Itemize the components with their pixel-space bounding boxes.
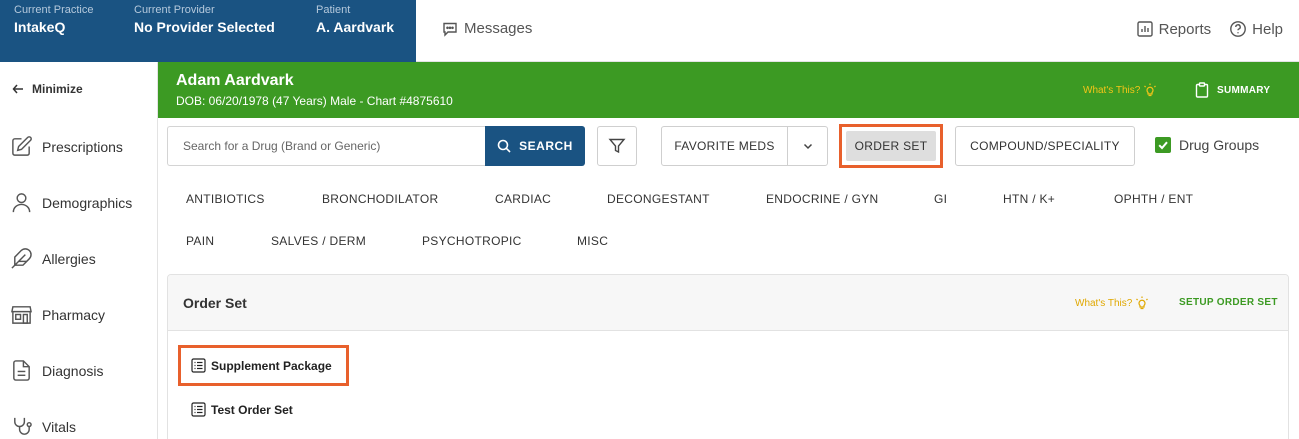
sidebar-item-vitals[interactable]: Vitals bbox=[10, 415, 76, 438]
current-patient[interactable]: Patient A. Aardvark bbox=[316, 4, 394, 35]
current-practice-value: IntakeQ bbox=[14, 19, 66, 35]
list-icon bbox=[191, 402, 206, 417]
summary-label: SUMMARY bbox=[1217, 84, 1271, 96]
context-panel: Current Practice IntakeQ Current Provide… bbox=[0, 0, 416, 62]
patient-name: Adam Aardvark bbox=[176, 72, 294, 89]
top-bar: Current Practice IntakeQ Current Provide… bbox=[0, 0, 1299, 62]
sidebar-item-label: Allergies bbox=[42, 250, 96, 267]
favorite-meds-dropdown[interactable]: FAVORITE MEDS bbox=[661, 126, 828, 166]
category-endocrine-gyn[interactable]: ENDOCRINE / GYN bbox=[766, 192, 879, 206]
category-decongestant[interactable]: DECONGESTANT bbox=[607, 192, 710, 206]
sidebar-item-label: Pharmacy bbox=[42, 306, 106, 323]
vitals-icon bbox=[14, 417, 32, 435]
category-ophth-ent[interactable]: OPHTH / ENT bbox=[1114, 192, 1193, 206]
messages-label: Messages bbox=[464, 20, 533, 37]
list-icon bbox=[191, 358, 206, 373]
search-button[interactable]: SEARCH bbox=[485, 126, 585, 166]
sidebar-item-label: Prescriptions bbox=[42, 138, 123, 155]
filter-icon bbox=[608, 138, 626, 154]
edit-icon bbox=[12, 136, 32, 156]
order-set-item-label: Test Order Set bbox=[211, 402, 293, 417]
lightbulb-icon bbox=[1136, 296, 1149, 310]
whats-this-label: What's This? bbox=[1083, 84, 1141, 96]
patient-header: Adam Aardvark DOB: 06/20/1978 (47 Years)… bbox=[158, 62, 1299, 118]
checkmark-icon bbox=[1158, 141, 1168, 150]
sidebar: Minimize Prescriptions Demographics Alle… bbox=[0, 62, 158, 439]
sidebar-item-label: Demographics bbox=[42, 194, 133, 211]
arrow-left-icon bbox=[12, 84, 23, 94]
reports-link[interactable]: Reports bbox=[1136, 20, 1212, 38]
drug-groups-label: Drug Groups bbox=[1179, 137, 1260, 153]
category-gi[interactable]: GI bbox=[934, 192, 947, 206]
chevron-down-icon bbox=[803, 143, 812, 150]
current-provider[interactable]: Current Provider No Provider Selected bbox=[134, 4, 275, 35]
category-bronchodilator[interactable]: BRONCHODILATOR bbox=[322, 192, 438, 206]
sidebar-item-prescriptions[interactable]: Prescriptions bbox=[10, 135, 123, 158]
drug-groups-toggle[interactable]: Drug Groups bbox=[1155, 137, 1259, 153]
sidebar-item-demographics[interactable]: Demographics bbox=[10, 191, 132, 214]
bar-chart-icon bbox=[1136, 21, 1153, 37]
compound-speciality-button[interactable]: COMPOUND/SPECIALITY bbox=[955, 126, 1135, 166]
drug-groups-checkbox[interactable] bbox=[1155, 137, 1171, 153]
sidebar-item-allergies[interactable]: Allergies bbox=[10, 247, 96, 270]
chat-icon bbox=[443, 22, 457, 37]
search-icon bbox=[497, 139, 511, 153]
filter-button[interactable] bbox=[597, 126, 637, 166]
minimize-button[interactable]: Minimize bbox=[12, 82, 83, 96]
drug-search-input[interactable] bbox=[167, 126, 486, 166]
current-practice-label: Current Practice bbox=[14, 4, 94, 16]
document-icon bbox=[13, 360, 30, 381]
current-practice[interactable]: Current Practice IntakeQ bbox=[14, 4, 93, 35]
favorite-meds-toggle[interactable] bbox=[788, 127, 827, 165]
help-label: Help bbox=[1252, 20, 1283, 38]
person-icon bbox=[12, 193, 31, 213]
category-cardiac[interactable]: CARDIAC bbox=[495, 192, 551, 206]
favorite-meds-label[interactable]: FAVORITE MEDS bbox=[662, 127, 788, 165]
setup-order-set-link[interactable]: SETUP ORDER SET bbox=[1179, 297, 1278, 308]
order-set-item-supplement-package[interactable]: Supplement Package bbox=[191, 358, 332, 373]
category-salves-derm[interactable]: SALVES / DERM bbox=[271, 234, 366, 248]
order-set-button[interactable]: ORDER SET bbox=[846, 131, 936, 161]
top-right-links: Reports Help bbox=[1118, 20, 1283, 38]
patient-info: DOB: 06/20/1978 (47 Years) Male - Chart … bbox=[176, 94, 453, 108]
category-pain[interactable]: PAIN bbox=[186, 234, 214, 248]
sidebar-item-diagnosis[interactable]: Diagnosis bbox=[10, 359, 103, 382]
order-set-panel-header: Order Set What's This? SETUP ORDER SET bbox=[168, 275, 1288, 331]
category-antibiotics[interactable]: ANTIBIOTICS bbox=[186, 192, 265, 206]
summary-button[interactable]: SUMMARY bbox=[1195, 82, 1270, 98]
messages-link[interactable]: Messages bbox=[442, 20, 532, 37]
whats-this-label: What's This? bbox=[1075, 297, 1133, 309]
current-provider-label: Current Provider bbox=[134, 4, 215, 16]
current-provider-value: No Provider Selected bbox=[134, 19, 275, 35]
order-set-item-test-order-set[interactable]: Test Order Set bbox=[191, 402, 293, 417]
help-link[interactable]: Help bbox=[1229, 20, 1283, 38]
clipboard-icon bbox=[1195, 82, 1209, 98]
help-icon bbox=[1230, 21, 1247, 37]
current-patient-label: Patient bbox=[316, 4, 351, 16]
order-set-title: Order Set bbox=[183, 295, 247, 311]
sidebar-item-label: Diagnosis bbox=[42, 362, 104, 379]
feather-icon bbox=[11, 248, 32, 269]
category-htn-k[interactable]: HTN / K+ bbox=[1003, 192, 1055, 206]
lightbulb-icon bbox=[1144, 83, 1157, 97]
whats-this-link[interactable]: What's This? bbox=[1083, 83, 1157, 97]
order-set-highlight: ORDER SET bbox=[839, 124, 943, 168]
store-icon bbox=[11, 306, 32, 324]
current-patient-value: A. Aardvark bbox=[316, 19, 395, 35]
sidebar-item-pharmacy[interactable]: Pharmacy bbox=[10, 303, 105, 326]
reports-label: Reports bbox=[1158, 20, 1212, 38]
category-psychotropic[interactable]: PSYCHOTROPIC bbox=[422, 234, 522, 248]
sidebar-item-label: Vitals bbox=[42, 418, 76, 435]
search-button-label: SEARCH bbox=[519, 139, 573, 153]
minimize-label: Minimize bbox=[32, 82, 83, 96]
category-misc[interactable]: MISC bbox=[577, 234, 608, 248]
order-set-item-label: Supplement Package bbox=[211, 358, 332, 373]
order-set-whats-this-link[interactable]: What's This? bbox=[1075, 296, 1149, 310]
